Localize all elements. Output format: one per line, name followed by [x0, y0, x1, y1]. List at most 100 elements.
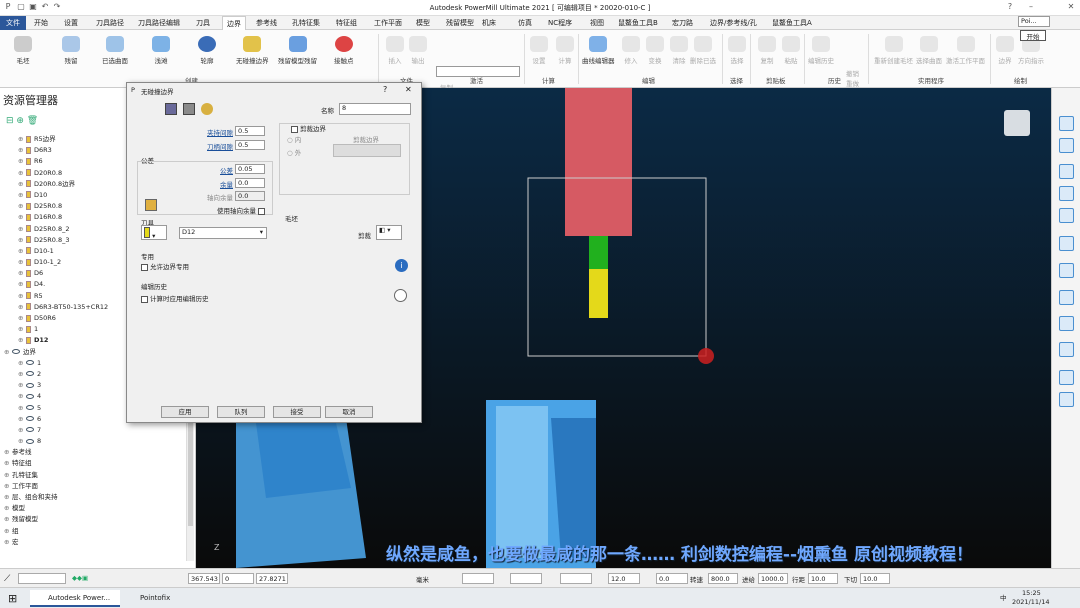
- tab-0[interactable]: 文件: [0, 16, 26, 30]
- select-button[interactable]: 选择: [728, 34, 746, 65]
- wireframe-icon[interactable]: [1059, 316, 1074, 331]
- tab-19[interactable]: 边界/参考线/孔: [706, 16, 761, 30]
- tree-folder-item[interactable]: ⊕ 工作平面: [0, 481, 196, 492]
- outer-radio[interactable]: ○ 外: [287, 147, 301, 157]
- tab-17[interactable]: 鼠鳌鱼工具B: [614, 16, 662, 30]
- collision-safe-button[interactable]: 无碰撞边界: [236, 34, 269, 65]
- view-cube-icon[interactable]: [1004, 110, 1030, 136]
- view-iso-icon[interactable]: [1059, 116, 1074, 131]
- expand-icon[interactable]: ⊕: [18, 358, 26, 369]
- undo-button[interactable]: 撤销: [846, 68, 859, 78]
- tab-6[interactable]: 边界: [222, 16, 246, 30]
- tree-folder-item[interactable]: ⊕ 残留模型: [0, 514, 196, 525]
- taskbar-pointofix[interactable]: Pointofix: [122, 590, 202, 607]
- search-box[interactable]: Poi...: [1018, 16, 1050, 27]
- expand-icon[interactable]: ⊕: [18, 145, 26, 156]
- allowance-input[interactable]: 0.0: [235, 178, 265, 188]
- tab-7[interactable]: 参考线: [252, 16, 281, 30]
- expand-icon[interactable]: ⊕: [18, 414, 26, 425]
- copy-button[interactable]: 复制: [758, 34, 776, 65]
- selection-filter[interactable]: [18, 573, 66, 584]
- tab-18[interactable]: 宏刀路: [668, 16, 697, 30]
- expand-icon[interactable]: ⊕: [4, 526, 12, 537]
- expand-icon[interactable]: ⊕: [4, 470, 12, 481]
- dialog-close-button[interactable]: ✕: [405, 85, 412, 94]
- view-cube-small-icon[interactable]: [1059, 164, 1074, 179]
- tab-20[interactable]: 鼠鳌鱼工具A: [768, 16, 816, 30]
- select-box-icon[interactable]: [1059, 392, 1074, 407]
- expand-icon[interactable]: ⊕: [18, 201, 26, 212]
- snap-icons[interactable]: ◆◆▣: [72, 574, 88, 582]
- ime-indicator[interactable]: 中: [1000, 592, 1007, 602]
- tree-folder-item[interactable]: ⊕ 参考线: [0, 447, 196, 458]
- expand-icon[interactable]: ⊕: [4, 537, 12, 548]
- zoom-fit-icon[interactable]: [1059, 263, 1074, 278]
- tab-2[interactable]: 设置: [60, 16, 82, 30]
- tool-field[interactable]: [510, 573, 542, 584]
- y-coord[interactable]: 0: [222, 573, 254, 584]
- tolerance-field[interactable]: 12.0: [608, 573, 640, 584]
- tool-copy-icon[interactable]: [183, 103, 195, 115]
- expand-icon[interactable]: ⊕: [18, 436, 26, 447]
- axial-allowance-input[interactable]: 0.0: [235, 191, 265, 201]
- tree-folder-item[interactable]: ⊕ 宏: [0, 537, 196, 548]
- expand-icon[interactable]: ⊕: [18, 380, 26, 391]
- calculate-button[interactable]: 计算: [556, 34, 574, 65]
- queue-button[interactable]: 队列: [217, 406, 265, 418]
- tab-13[interactable]: 机床: [478, 16, 500, 30]
- tab-5[interactable]: 刀具: [192, 16, 214, 30]
- speed-field[interactable]: 800.0: [708, 573, 738, 584]
- redo-button[interactable]: 重做: [846, 78, 859, 88]
- expand-icon[interactable]: ⊕: [18, 246, 26, 257]
- insert-button[interactable]: 插入: [386, 34, 404, 65]
- paste-button[interactable]: 粘贴: [782, 34, 800, 65]
- expand-icon[interactable]: ⊕: [18, 369, 26, 380]
- expand-icon[interactable]: ⊕: [18, 134, 26, 145]
- settings-button[interactable]: 设置: [530, 34, 548, 65]
- selected-surface-button[interactable]: 已选曲面: [102, 34, 128, 65]
- stepdown-field[interactable]: 10.0: [860, 573, 890, 584]
- tab-8[interactable]: 孔特征集: [288, 16, 324, 30]
- expand-icon[interactable]: ⊕: [18, 224, 26, 235]
- tree-folder-item[interactable]: ⊕ 组: [0, 526, 196, 537]
- explorer-toolbar[interactable]: ⊟ ⊕ 🗑: [6, 116, 38, 126]
- tolerance-input[interactable]: 0.05: [235, 164, 265, 174]
- tab-14[interactable]: 仿真: [514, 16, 536, 30]
- view-front-icon[interactable]: [1059, 138, 1074, 153]
- expand-icon[interactable]: ⊕: [18, 190, 26, 201]
- expand-icon[interactable]: ⊕: [4, 458, 12, 469]
- clip-boundary-checkbox[interactable]: 剪裁边界: [291, 123, 326, 133]
- tab-4[interactable]: 刀具路径编辑: [134, 16, 184, 30]
- shank-clearance-input[interactable]: 0.5: [235, 126, 265, 136]
- expand-icon[interactable]: ⊕: [18, 324, 26, 335]
- draw-boundary-button[interactable]: 边界: [996, 34, 1014, 65]
- select-surfaces-button[interactable]: 选择曲面: [916, 34, 942, 65]
- history-clock-icon[interactable]: [394, 289, 407, 302]
- solid-icon[interactable]: [1059, 342, 1074, 357]
- expand-icon[interactable]: ⊕: [4, 492, 12, 503]
- dialog-help-button[interactable]: ?: [383, 85, 387, 94]
- expand-icon[interactable]: ⊕: [4, 481, 12, 492]
- start-icon[interactable]: ⊞: [4, 590, 17, 607]
- expand-icon[interactable]: ⊕: [18, 391, 26, 402]
- tool-icon-select[interactable]: ▾: [141, 225, 167, 240]
- shallow-button[interactable]: 浅滩: [152, 34, 170, 65]
- transform-button[interactable]: 变换: [646, 34, 664, 65]
- expand-icon[interactable]: ⊕: [4, 514, 12, 525]
- expand-icon[interactable]: ⊕: [18, 212, 26, 223]
- z-coord[interactable]: 27.8271: [256, 573, 288, 584]
- tab-1[interactable]: 开始: [30, 16, 52, 30]
- shaded-icon[interactable]: [1059, 290, 1074, 305]
- tab-10[interactable]: 工作平面: [370, 16, 406, 30]
- allowance-icon[interactable]: [145, 199, 157, 211]
- clear-button[interactable]: 清除: [670, 34, 688, 65]
- help-icon[interactable]: ?: [1005, 2, 1015, 12]
- expand-icon[interactable]: ⊕: [18, 156, 26, 167]
- expand-icon[interactable]: ⊕: [18, 425, 26, 436]
- activate-workplane-button[interactable]: 激活工作平面: [946, 34, 985, 65]
- accept-button[interactable]: 接受: [273, 406, 321, 418]
- select-arrow-icon[interactable]: [1059, 370, 1074, 385]
- apply-history-checkbox[interactable]: 计算时应用编辑历史: [141, 293, 209, 303]
- export-button[interactable]: 输出: [409, 34, 427, 65]
- expand-icon[interactable]: ⊕: [18, 279, 26, 290]
